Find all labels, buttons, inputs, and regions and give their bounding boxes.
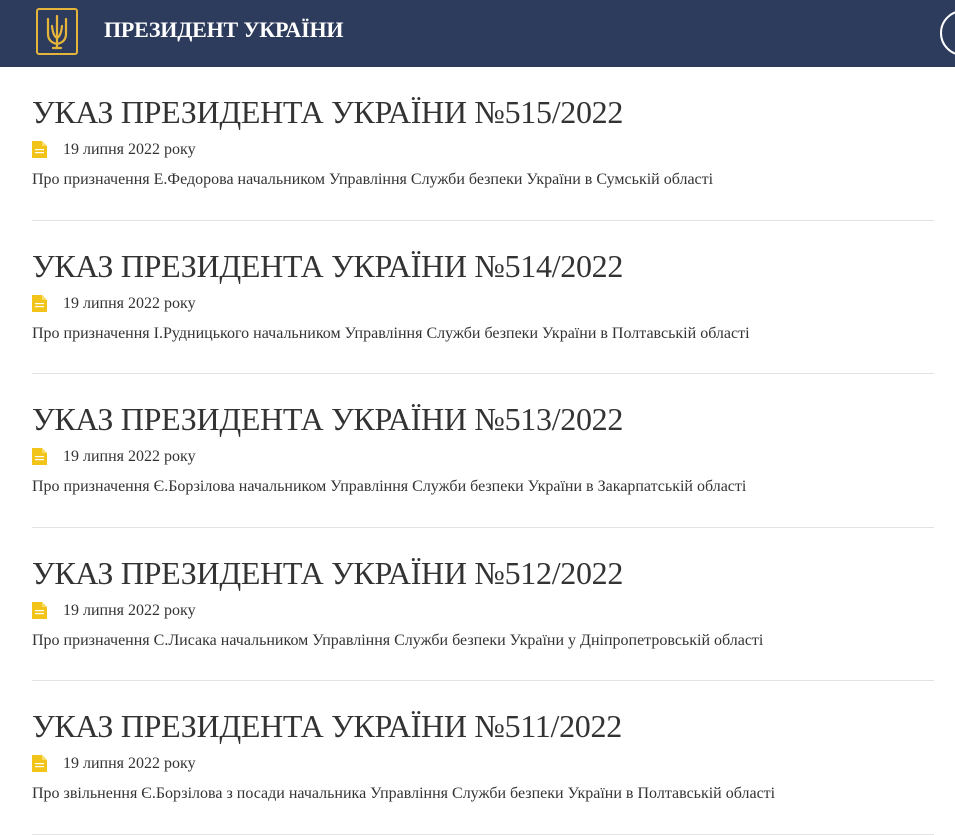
- trident-emblem-icon[interactable]: [36, 8, 78, 55]
- decree-title[interactable]: УКАЗ ПРЕЗИДЕНТА УКРАЇНИ №513/2022: [32, 399, 623, 439]
- decree-description[interactable]: Про призначення І.Рудницького начальнико…: [32, 324, 750, 344]
- decree-description[interactable]: Про звільнення Є.Борзілова з посади нача…: [32, 784, 775, 804]
- decree-item: УКАЗ ПРЕЗИДЕНТА УКРАЇНИ №514/2022 19 лип…: [32, 221, 934, 374]
- site-header: ПРЕЗИДЕНТ УКРАЇНИ: [0, 0, 955, 67]
- decree-title[interactable]: УКАЗ ПРЕЗИДЕНТА УКРАЇНИ №512/2022: [32, 553, 623, 593]
- document-icon: [32, 294, 47, 312]
- site-title[interactable]: ПРЕЗИДЕНТ УКРАЇНИ: [104, 17, 344, 43]
- document-icon: [32, 141, 47, 158]
- decree-item: УКАЗ ПРЕЗИДЕНТА УКРАЇНИ №513/2022 19 лип…: [32, 374, 934, 528]
- decree-date: 19 липня 2022 року: [63, 601, 196, 619]
- decree-title[interactable]: УКАЗ ПРЕЗИДЕНТА УКРАЇНИ №514/2022: [32, 246, 623, 286]
- decree-date: 19 липня 2022 року: [63, 755, 196, 772]
- decree-date: 19 липня 2022 року: [63, 141, 196, 158]
- decree-date: 19 липня 2022 року: [63, 294, 196, 312]
- decree-description[interactable]: Про призначення С.Лисака начальником Упр…: [32, 631, 763, 651]
- decree-description[interactable]: Про призначення Є.Борзілова начальником …: [32, 477, 746, 497]
- document-icon: [32, 448, 47, 465]
- decree-item: УКАЗ ПРЕЗИДЕНТА УКРАЇНИ №515/2022 19 лип…: [32, 67, 934, 221]
- decree-list: УКАЗ ПРЕЗИДЕНТА УКРАЇНИ №515/2022 19 лип…: [32, 67, 934, 835]
- decree-item: УКАЗ ПРЕЗИДЕНТА УКРАЇНИ №511/2022 19 лип…: [32, 681, 934, 835]
- decree-item: УКАЗ ПРЕЗИДЕНТА УКРАЇНИ №512/2022 19 лип…: [32, 528, 934, 681]
- decree-title[interactable]: УКАЗ ПРЕЗИДЕНТА УКРАЇНИ №511/2022: [32, 706, 622, 746]
- decree-description[interactable]: Про призначення Е.Федорова начальником У…: [32, 170, 713, 190]
- menu-button[interactable]: [940, 10, 955, 56]
- document-icon: [32, 601, 47, 619]
- decree-date: 19 липня 2022 року: [63, 448, 196, 465]
- decree-title[interactable]: УКАЗ ПРЕЗИДЕНТА УКРАЇНИ №515/2022: [32, 92, 623, 132]
- document-icon: [32, 755, 47, 772]
